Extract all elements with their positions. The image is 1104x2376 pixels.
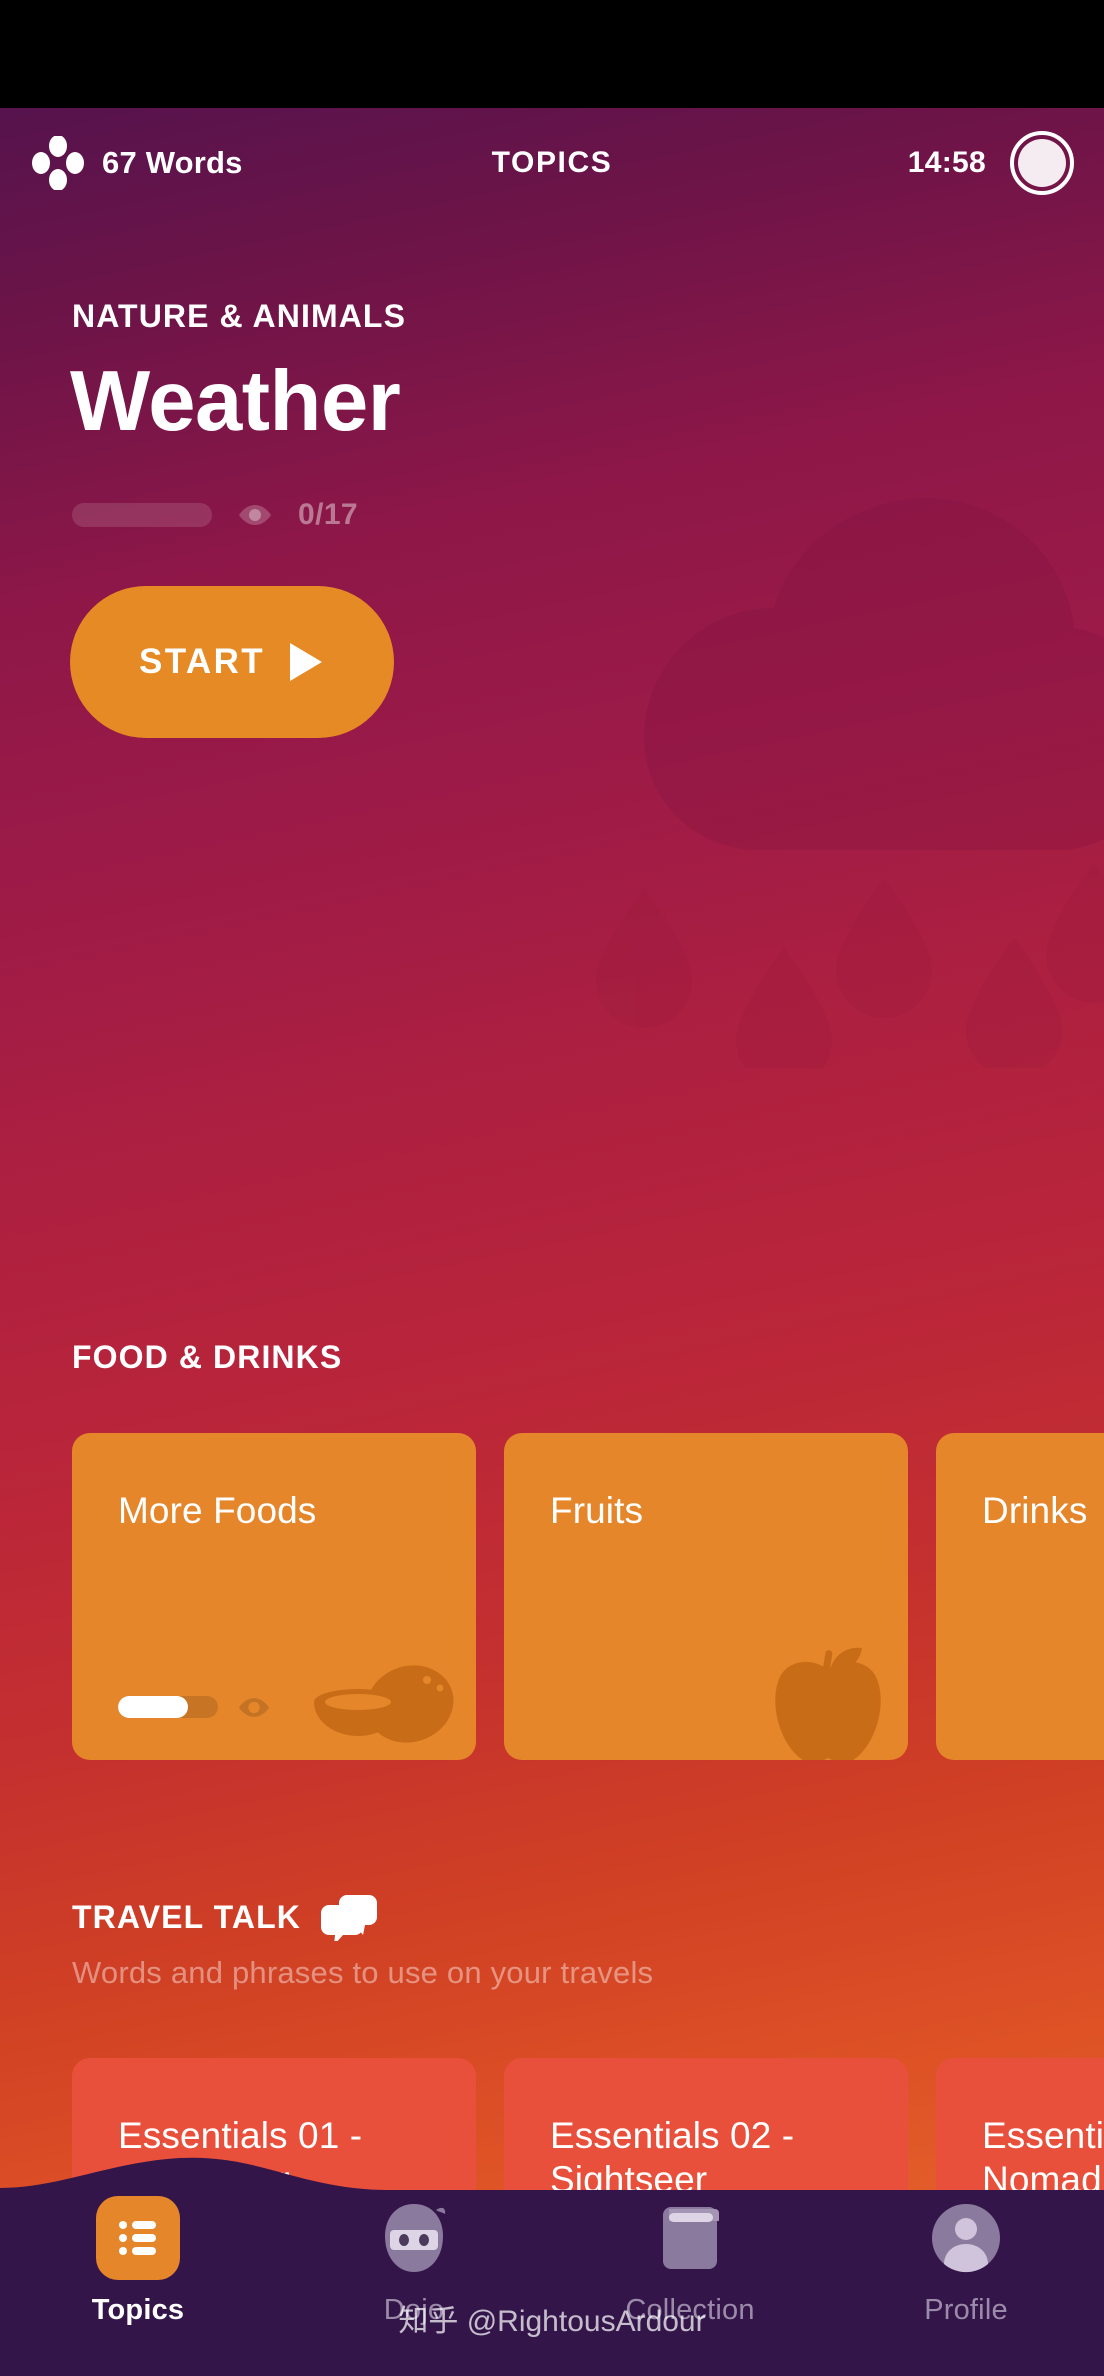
- speech-bubbles-icon: [320, 1895, 377, 1941]
- coconut-icon: [314, 1665, 454, 1743]
- featured-count: 0/17: [298, 498, 358, 531]
- featured-category: NATURE & ANIMALS: [72, 298, 407, 334]
- nav-item-collection[interactable]: Collection: [552, 2188, 828, 2376]
- featured-topic: NATURE & ANIMALS Weather 0/17 START: [0, 298, 1104, 738]
- clock-label: 14:58: [907, 146, 986, 179]
- app-screen: 67 Words TOPICS 14:58 NATURE & ANIMALS W…: [0, 0, 1104, 2376]
- section-title-travel-label: TRAVEL TALK: [72, 1898, 301, 1935]
- card-title: Fruits: [550, 1490, 644, 1531]
- bottom-navigation: Topics Dojo Collection Profile: [0, 2144, 1104, 2376]
- card-title: Drinks: [982, 1490, 1088, 1531]
- eye-icon: [238, 1697, 270, 1717]
- nav-icon-box-dojo: [372, 2196, 456, 2280]
- nav-icon-box-profile: [924, 2196, 1008, 2280]
- brand-block[interactable]: 67 Words: [32, 136, 243, 190]
- nav-label-collection: Collection: [625, 2294, 755, 2326]
- section-header-food: FOOD & DRINKS: [72, 1339, 342, 1376]
- avatar-inner: [1018, 139, 1066, 187]
- card-row-food[interactable]: More Foods Fruits Drinks: [72, 1433, 1104, 1760]
- app-body: 67 Words TOPICS 14:58 NATURE & ANIMALS W…: [0, 108, 1104, 2376]
- nav-item-topics[interactable]: Topics: [0, 2188, 276, 2376]
- section-subtitle-travel: Words and phrases to use on your travels: [72, 1955, 654, 1990]
- avatar[interactable]: [1010, 131, 1074, 195]
- flower-logo-icon: [32, 136, 84, 190]
- book-icon: [663, 2207, 719, 2269]
- status-bar-notch: [0, 0, 1104, 108]
- nav-item-dojo[interactable]: Dojo: [276, 2188, 552, 2376]
- top-bar: 67 Words TOPICS 14:58: [0, 108, 1104, 218]
- featured-progress-bar: [72, 503, 212, 527]
- section-title-travel: TRAVEL TALK: [72, 1893, 653, 1941]
- nav-label-dojo: Dojo: [383, 2294, 445, 2326]
- section-header-travel: TRAVEL TALK Words and phrases to use on …: [72, 1893, 653, 1991]
- person-icon: [932, 2204, 1000, 2273]
- section-title-food-label: FOOD & DRINKS: [72, 1339, 343, 1375]
- play-icon: [290, 643, 323, 681]
- list-icon: [119, 2221, 156, 2255]
- topic-card-fruits[interactable]: Fruits: [504, 1433, 908, 1760]
- featured-progress-row: 0/17: [72, 498, 1104, 532]
- nav-label-topics: Topics: [91, 2294, 185, 2326]
- topic-card-drinks[interactable]: Drinks: [936, 1433, 1104, 1760]
- section-title-food: FOOD & DRINKS: [72, 1339, 342, 1376]
- nav-label-profile: Profile: [924, 2294, 1008, 2326]
- nav-item-profile[interactable]: Profile: [828, 2188, 1104, 2376]
- card-title: More Foods: [118, 1490, 317, 1531]
- apple-icon: [775, 1647, 881, 1760]
- nav-items: Topics Dojo Collection Profile: [0, 2188, 1104, 2376]
- nav-icon-box-collection: [648, 2196, 732, 2280]
- start-button-label: START: [138, 642, 266, 681]
- start-button[interactable]: START: [70, 586, 394, 738]
- nav-icon-box-topics: [96, 2196, 180, 2280]
- ninja-icon: [385, 2204, 446, 2272]
- word-count-label: 67 Words: [102, 145, 243, 180]
- featured-title: Weather: [70, 354, 401, 449]
- card-progress-bar: [118, 1696, 218, 1718]
- top-bar-right: 14:58: [908, 108, 1074, 218]
- topic-card-more-foods[interactable]: More Foods: [72, 1433, 476, 1760]
- eye-icon: [239, 505, 271, 525]
- card-progress-row: [118, 1696, 270, 1718]
